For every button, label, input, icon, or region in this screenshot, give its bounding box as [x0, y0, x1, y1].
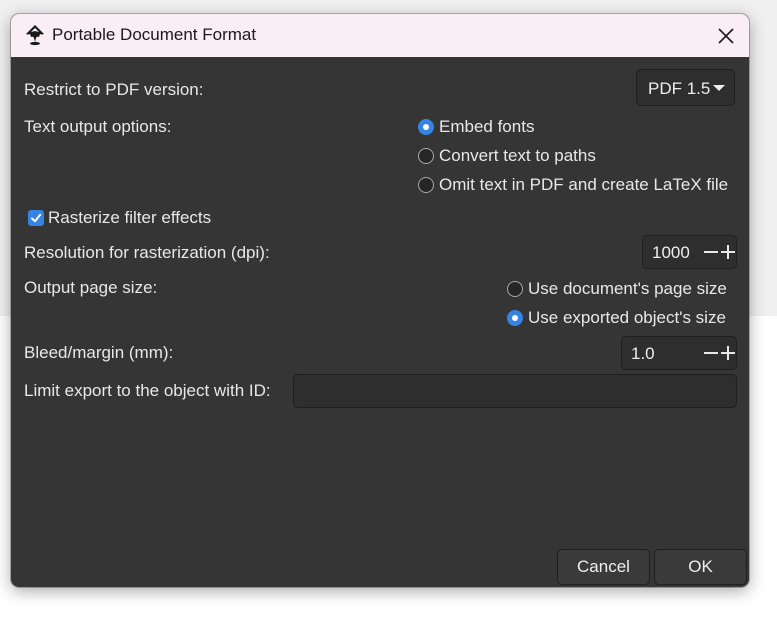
radio-label: Use document's page size — [528, 279, 727, 298]
resolution-label: Resolution for rasterization (dpi): — [24, 243, 270, 262]
checkmark-icon — [31, 213, 42, 223]
resolution-spinbox[interactable]: 1000 — [642, 235, 737, 269]
radio-label: Convert text to paths — [439, 146, 596, 165]
ok-button[interactable]: OK — [654, 549, 747, 585]
bleed-label: Bleed/margin (mm): — [24, 343, 174, 362]
limit-export-label: Limit export to the object with ID: — [24, 381, 271, 400]
radio-document-page-size[interactable]: Use document's page size — [507, 279, 727, 299]
close-icon — [718, 27, 734, 44]
resolution-value[interactable]: 1000 — [652, 243, 690, 263]
pdf-export-dialog: Portable Document Format Restrict to PDF… — [11, 14, 749, 587]
pdf-version-dropdown[interactable]: PDF 1.5 — [636, 69, 735, 106]
dialog-title: Portable Document Format — [52, 25, 257, 44]
radio-indicator — [507, 310, 523, 326]
radio-label: Use exported object's size — [528, 308, 726, 327]
radio-indicator — [418, 148, 434, 164]
radio-convert-text-to-paths[interactable]: Convert text to paths — [418, 146, 596, 166]
radio-omit-text-latex[interactable]: Omit text in PDF and create LaTeX file — [418, 175, 728, 195]
title-bar: Portable Document Format — [11, 14, 749, 57]
rasterize-filter-label: Rasterize filter effects — [48, 208, 212, 227]
resolution-decrement-button[interactable] — [703, 236, 719, 268]
object-id-input[interactable] — [293, 374, 737, 408]
bleed-value[interactable]: 1.0 — [631, 344, 655, 364]
page-size-label: Output page size: — [24, 278, 158, 297]
bleed-decrement-button[interactable] — [703, 337, 719, 369]
radio-exported-object-size[interactable]: Use exported object's size — [507, 308, 726, 328]
rasterize-filter-checkbox[interactable]: Rasterize filter effects — [28, 208, 211, 228]
radio-indicator — [418, 119, 434, 135]
chevron-down-icon — [713, 85, 725, 91]
pdf-version-label: Restrict to PDF version: — [24, 80, 204, 99]
bleed-increment-button[interactable] — [720, 337, 736, 369]
radio-indicator — [418, 177, 434, 193]
close-button[interactable] — [703, 14, 749, 57]
text-output-label: Text output options: — [24, 117, 172, 136]
cancel-button[interactable]: Cancel — [557, 549, 650, 585]
pdf-version-value: PDF 1.5 — [648, 79, 711, 98]
resolution-increment-button[interactable] — [720, 236, 736, 268]
radio-label: Omit text in PDF and create LaTeX file — [439, 175, 729, 194]
inkscape-icon — [26, 25, 44, 46]
checkbox-indicator — [28, 210, 44, 226]
radio-indicator — [507, 281, 523, 297]
radio-label: Embed fonts — [439, 117, 535, 136]
radio-embed-fonts[interactable]: Embed fonts — [418, 117, 534, 137]
bleed-spinbox[interactable]: 1.0 — [621, 336, 737, 370]
